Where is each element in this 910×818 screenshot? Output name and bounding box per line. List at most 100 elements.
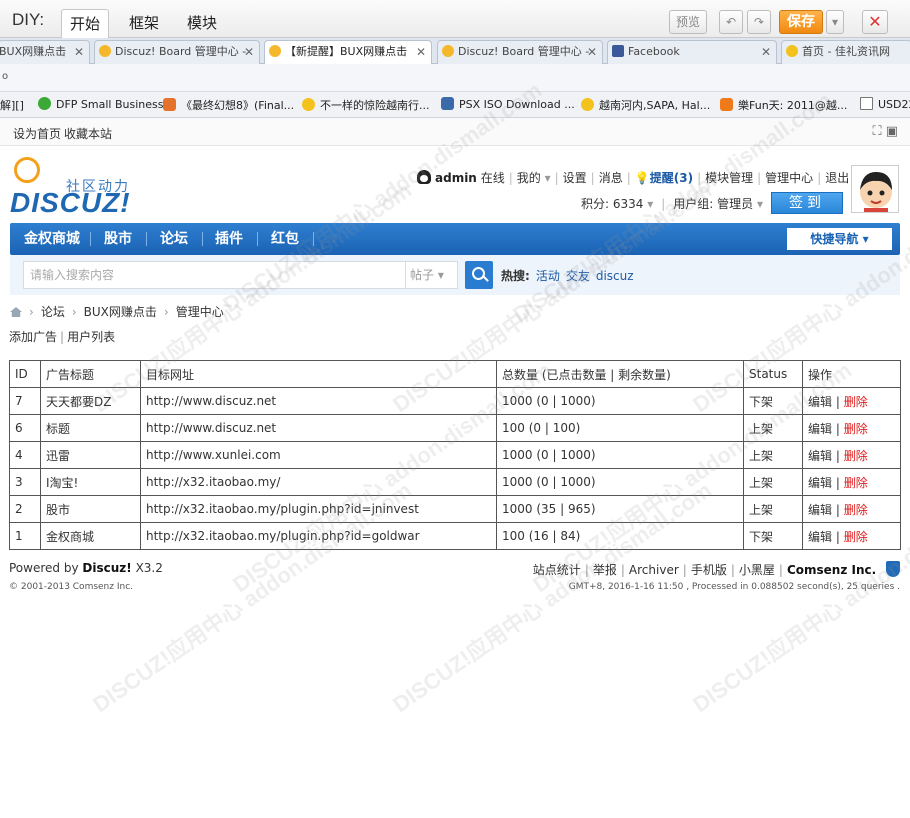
cell-url: http://x32.itaobao.my/plugin.php?id=jnin… xyxy=(140,495,497,523)
tab-close-icon[interactable]: ✕ xyxy=(587,41,597,63)
delete-link[interactable]: 删除 xyxy=(844,503,868,517)
bookmark-item[interactable]: DFP Small Business xyxy=(38,97,163,111)
edit-link[interactable]: 编辑 xyxy=(808,530,832,544)
bookmark-item[interactable]: 不一样的惊险越南行... xyxy=(302,97,430,113)
bookmark-item[interactable]: PSX ISO Download ... xyxy=(441,97,575,111)
set-homepage-link[interactable]: 设为首页 xyxy=(13,125,61,142)
browser-tab[interactable]: BUX网赚点击 ✕ xyxy=(0,40,90,64)
nav-item-redpacket[interactable]: 红包 xyxy=(271,223,299,255)
delete-link[interactable]: 删除 xyxy=(844,449,868,463)
tab-close-icon[interactable]: ✕ xyxy=(761,41,771,63)
quick-nav-button[interactable]: 快捷导航 ▾ xyxy=(787,228,892,250)
footer-link[interactable]: 小黑屋 xyxy=(739,563,775,577)
admin-center-link[interactable]: 管理中心 xyxy=(765,171,813,185)
edit-link[interactable]: 编辑 xyxy=(808,422,832,436)
browser-tab[interactable]: Discuz! Board 管理中心 - ✕ xyxy=(437,40,603,64)
edit-link[interactable]: 编辑 xyxy=(808,503,832,517)
hot-search-link[interactable]: discuz xyxy=(596,269,634,283)
credits-menu[interactable]: 积分: 6334 xyxy=(581,197,643,211)
edit-link[interactable]: 编辑 xyxy=(808,476,832,490)
hot-search-link[interactable]: 活动 xyxy=(536,269,560,283)
signin-button[interactable]: 签到 xyxy=(771,192,843,214)
cell-actions: 编辑 | 删除 xyxy=(802,522,901,550)
nav-item-stock[interactable]: 股市 xyxy=(104,223,132,255)
delete-link[interactable]: 删除 xyxy=(844,422,868,436)
footer-link[interactable]: 站点统计 xyxy=(533,563,581,577)
browser-tab[interactable]: Discuz! Board 管理中心 - ✕ xyxy=(94,40,260,64)
browser-tab-active[interactable]: 【新提醒】BUX网赚点击 ✕ xyxy=(264,40,432,64)
user-links: admin 在线 | 我的 ▾ | 设置 | 消息 | 💡提醒(3) | 模块管理 | 管理中心 | 退出 xyxy=(417,169,849,186)
discuz-favicon-icon xyxy=(269,45,281,57)
delete-link[interactable]: 删除 xyxy=(844,476,868,490)
search-input[interactable]: 请输入搜索内容 xyxy=(23,261,406,289)
search-area: 请输入搜索内容 帖子 ▾ 热搜: 活动 交友 discuz xyxy=(10,255,900,295)
username-link[interactable]: admin xyxy=(435,171,477,185)
table-row: 6 标题 http://www.discuz.net 100 (0 | 100)… xyxy=(9,414,901,442)
save-button[interactable]: 保存 xyxy=(779,10,823,34)
delete-link[interactable]: 删除 xyxy=(844,395,868,409)
add-ad-link[interactable]: 添加广告 xyxy=(9,330,57,344)
usergroup-menu[interactable]: 用户组: 管理员 xyxy=(673,197,753,211)
bookmark-item[interactable]: 解][] xyxy=(0,97,24,113)
bookmark-item[interactable]: 樂Fun天: 2011@越... xyxy=(720,97,847,113)
settings-link[interactable]: 设置 xyxy=(563,171,587,185)
bookmark-item[interactable]: 越南河内,SAPA, Hal... xyxy=(581,97,710,113)
diy-tab-frame[interactable]: 框架 xyxy=(120,9,168,38)
blogger-icon xyxy=(720,98,733,111)
browser-tabstrip: BUX网赚点击 ✕ Discuz! Board 管理中心 - ✕ 【新提醒】BUX网… xyxy=(0,38,910,64)
favorite-site-link[interactable]: 收藏本站 xyxy=(64,125,112,142)
edit-link[interactable]: 编辑 xyxy=(808,395,832,409)
nav-item-mall[interactable]: 金权商城 xyxy=(24,223,80,255)
cell-title: 金权商城 xyxy=(40,522,141,550)
product-link[interactable]: Discuz! xyxy=(82,561,131,575)
bookmark-item[interactable]: USD22 xyxy=(860,97,910,111)
breadcrumb-item[interactable]: 论坛 xyxy=(41,305,65,319)
tab-close-icon[interactable]: ✕ xyxy=(244,41,254,63)
remind-link[interactable]: 提醒(3) xyxy=(650,171,693,185)
search-type-select[interactable]: 帖子 ▾ xyxy=(406,261,458,289)
user-list-link[interactable]: 用户列表 xyxy=(67,330,115,344)
breadcrumb-item[interactable]: BUX网赚点击 xyxy=(84,305,157,319)
col-header-url: 目标网址 xyxy=(140,360,497,388)
tab-close-icon[interactable]: ✕ xyxy=(74,41,84,63)
fullscreen-icon[interactable]: ⛶ ▣ xyxy=(872,124,898,139)
site-logo[interactable]: DISCUZ! xyxy=(10,187,131,219)
browser-tab[interactable]: 首页 - 佳礼资讯网 xyxy=(781,40,910,64)
hot-search-link[interactable]: 交友 xyxy=(566,269,590,283)
undo-button[interactable]: ↶ xyxy=(719,10,743,34)
diy-tab-module[interactable]: 模块 xyxy=(178,9,226,38)
address-bar[interactable]: o xyxy=(0,64,910,92)
avatar[interactable] xyxy=(851,165,899,213)
footer-link[interactable]: 手机版 xyxy=(691,563,727,577)
bookmark-item[interactable]: 《最终幻想8》(Final... xyxy=(163,97,294,113)
edit-link[interactable]: 编辑 xyxy=(808,449,832,463)
cell-count: 1000 (0 | 1000) xyxy=(496,441,744,469)
cell-url: http://x32.itaobao.my/ xyxy=(140,468,497,496)
search-icon[interactable] xyxy=(465,261,493,289)
delete-link[interactable]: 删除 xyxy=(844,530,868,544)
footer-link[interactable]: Archiver xyxy=(629,563,679,577)
nav-item-forum[interactable]: 论坛 xyxy=(160,223,188,255)
cell-actions: 编辑 | 删除 xyxy=(802,414,901,442)
nav-divider xyxy=(90,232,91,246)
powered-by: Powered by Discuz! X3.2 xyxy=(9,561,163,575)
cell-actions: 编辑 | 删除 xyxy=(802,387,901,415)
footer-link[interactable]: 举报 xyxy=(593,563,617,577)
company-link[interactable]: Comsenz Inc. xyxy=(787,563,876,577)
browser-tab[interactable]: Facebook ✕ xyxy=(607,40,777,64)
tab-close-icon[interactable]: ✕ xyxy=(416,41,426,63)
home-icon[interactable] xyxy=(10,307,22,317)
redo-button[interactable]: ↷ xyxy=(747,10,771,34)
my-menu[interactable]: 我的 xyxy=(517,171,541,185)
save-dropdown-icon[interactable]: ▾ xyxy=(826,10,844,34)
footer-links: 站点统计 | 举报 | Archiver | 手机版 | 小黑屋 | Comsenz Inc. xyxy=(533,561,900,578)
module-manage-link[interactable]: 模块管理 xyxy=(705,171,753,185)
close-icon[interactable]: ✕ xyxy=(862,10,888,34)
bulb-icon: 💡 xyxy=(634,171,650,185)
nav-item-plugins[interactable]: 插件 xyxy=(215,223,243,255)
cell-id: 2 xyxy=(9,495,41,523)
logout-link[interactable]: 退出 xyxy=(825,171,849,185)
diy-tab-start[interactable]: 开始 xyxy=(61,9,109,38)
messages-link[interactable]: 消息 xyxy=(599,171,623,185)
preview-button[interactable]: 预览 xyxy=(669,10,707,34)
